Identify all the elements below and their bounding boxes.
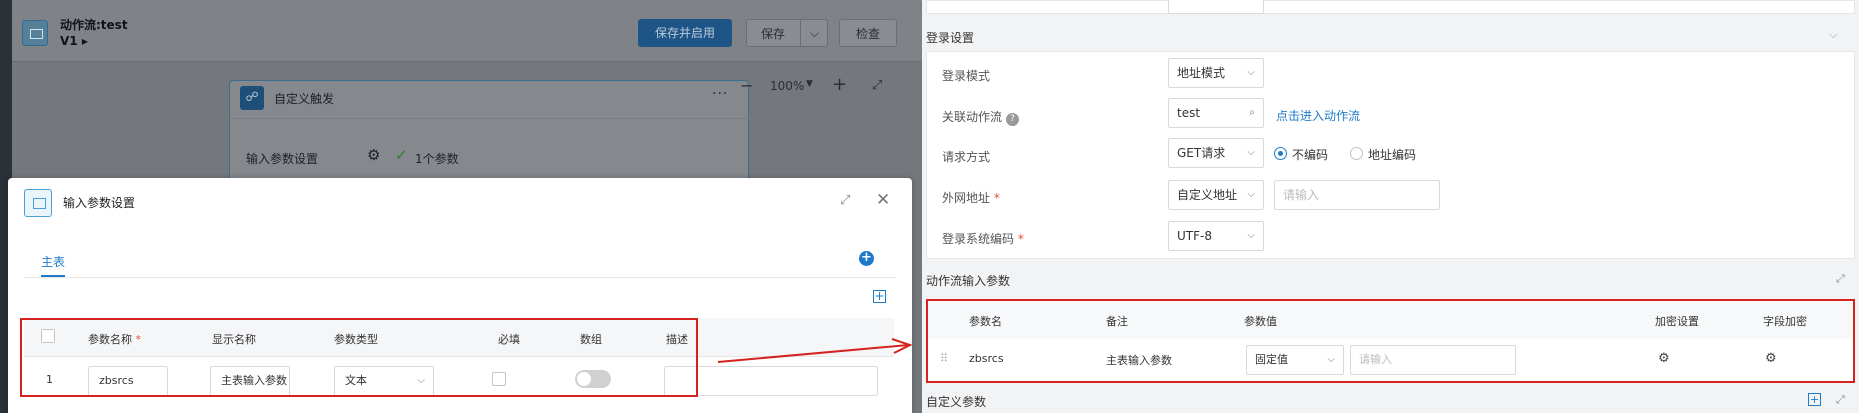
check-icon: ✓: [395, 146, 408, 164]
login-mode-value: 地址模式: [1177, 66, 1226, 80]
collapse-chevron-icon[interactable]: ⌵: [1829, 28, 1837, 42]
login-mode-label: 登录模式: [942, 69, 991, 83]
add-custom-param-button[interactable]: +: [1808, 393, 1821, 406]
node-input-param-label: 输入参数设置: [246, 152, 319, 166]
check-button[interactable]: 检查: [839, 19, 897, 47]
workflow-version-selector[interactable]: V1 ▸: [60, 34, 88, 48]
save-and-enable-button[interactable]: 保存并启用: [638, 19, 732, 47]
tabs-divider: [24, 277, 896, 278]
related-flow-input[interactable]: test ⌕: [1168, 98, 1264, 128]
modal-monitor-icon: [24, 189, 52, 217]
save-dropdown-chevron-icon[interactable]: ⌵: [800, 19, 828, 47]
radio-no-encode-label: 不编码: [1292, 148, 1329, 162]
top-field-remnant[interactable]: [1168, 0, 1264, 14]
custom-params-title: 自定义参数: [926, 395, 987, 409]
request-method-label: 请求方式: [942, 150, 991, 164]
related-flow-label: 关联动作流 ?: [942, 108, 1019, 126]
chevron-down-icon: ⌵: [1247, 230, 1255, 241]
open-flow-link[interactable]: 点击进入动作流: [1276, 107, 1360, 124]
radio-address-encode[interactable]: [1350, 147, 1363, 160]
workflow-title: 动作流:test: [60, 18, 128, 32]
workflow-icon: [22, 20, 48, 46]
param-count: 1个参数: [415, 152, 459, 166]
system-encoding-label: 登录系统编码 *: [942, 232, 1024, 246]
external-url-label: 外网地址 *: [942, 191, 1000, 205]
request-method-select[interactable]: GET请求 ⌵: [1168, 138, 1264, 168]
zoom-out-button[interactable]: −: [740, 76, 753, 95]
annotation-arrow: [717, 338, 913, 363]
chevron-down-icon: ⌵: [1247, 67, 1255, 78]
url-mode-select[interactable]: 自定义地址 ⌵: [1168, 180, 1264, 210]
help-icon[interactable]: ?: [1005, 113, 1019, 126]
login-mode-select[interactable]: 地址模式 ⌵: [1168, 58, 1264, 88]
radio-no-encode[interactable]: [1274, 147, 1287, 160]
more-options-icon[interactable]: ···: [712, 86, 728, 102]
system-encoding-value: UTF-8: [1177, 229, 1212, 243]
highlight-box-left: [20, 318, 698, 397]
top-card-remnant: [926, 0, 1855, 14]
external-url-input[interactable]: 请输入: [1274, 180, 1440, 210]
search-icon: ⌕: [1249, 107, 1255, 118]
radio-address-encode-label: 地址编码: [1368, 148, 1417, 162]
gear-icon[interactable]: ⚙: [367, 146, 380, 164]
request-method-value: GET请求: [1177, 146, 1226, 160]
add-row-button[interactable]: +: [873, 290, 886, 303]
fullscreen-icon[interactable]: ⤢: [1836, 272, 1845, 286]
zoom-level[interactable]: 100%: [770, 79, 804, 93]
chevron-down-icon: ⌵: [1247, 147, 1255, 158]
tab-main-table[interactable]: 主表: [41, 253, 65, 270]
expand-icon[interactable]: ⤢: [840, 193, 850, 208]
zoom-in-button[interactable]: +: [832, 74, 847, 95]
url-mode-value: 自定义地址: [1177, 188, 1238, 202]
node-divider: [229, 118, 749, 119]
zoom-chevron-down-icon[interactable]: ▼: [806, 79, 813, 89]
trigger-node-title: 自定义触发: [274, 92, 335, 106]
flow-input-params-title: 动作流输入参数: [926, 274, 1011, 288]
highlight-box-right: [926, 299, 1855, 383]
add-tab-button[interactable]: +: [859, 251, 874, 266]
related-flow-value: test: [1177, 106, 1201, 120]
fit-screen-icon[interactable]: ⤢: [872, 78, 882, 93]
system-encoding-select[interactable]: UTF-8 ⌵: [1168, 221, 1264, 251]
close-icon[interactable]: ✕: [876, 190, 890, 210]
trigger-node-icon: ☍: [240, 86, 264, 110]
custom-params-fullscreen-icon[interactable]: ⤢: [1836, 393, 1845, 407]
chevron-down-icon: ⌵: [1247, 189, 1255, 200]
modal-title: 输入参数设置: [63, 196, 136, 210]
login-settings-title: 登录设置: [926, 31, 975, 45]
